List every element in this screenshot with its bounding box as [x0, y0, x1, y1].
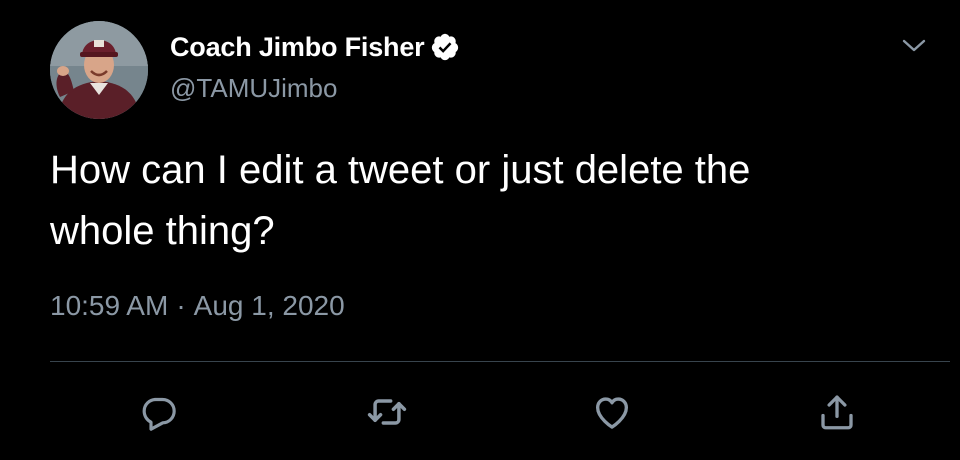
- profile-photo: [50, 21, 148, 119]
- retweet-icon: [367, 399, 407, 425]
- tweet-date: Aug 1, 2020: [193, 290, 345, 321]
- like-button[interactable]: [590, 390, 634, 434]
- tweet-text: How can I edit a tweet or just delete th…: [50, 148, 751, 253]
- share-icon: [821, 395, 853, 430]
- author-avatar[interactable]: [50, 21, 148, 119]
- tweet-card: Coach Jimbo Fisher @TAMUJimbo How can I …: [0, 0, 960, 460]
- share-button[interactable]: [815, 390, 859, 434]
- verified-badge-icon: [430, 32, 460, 62]
- author-handle[interactable]: @TAMUJimbo: [170, 73, 337, 104]
- tweet-time: 10:59 AM: [50, 290, 169, 321]
- reply-icon: [142, 397, 176, 431]
- chevron-down-icon: [902, 39, 926, 52]
- more-options-button[interactable]: [898, 30, 930, 62]
- author-name-row: Coach Jimbo Fisher: [170, 28, 460, 66]
- meta-separator: ·: [176, 290, 186, 321]
- divider: [50, 361, 950, 362]
- retweet-button[interactable]: [365, 390, 409, 434]
- heart-icon: [595, 397, 629, 429]
- author-display-name[interactable]: Coach Jimbo Fisher: [170, 32, 425, 63]
- reply-button[interactable]: [137, 390, 181, 434]
- tweet-timestamp[interactable]: 10:59 AM · Aug 1, 2020: [50, 290, 345, 322]
